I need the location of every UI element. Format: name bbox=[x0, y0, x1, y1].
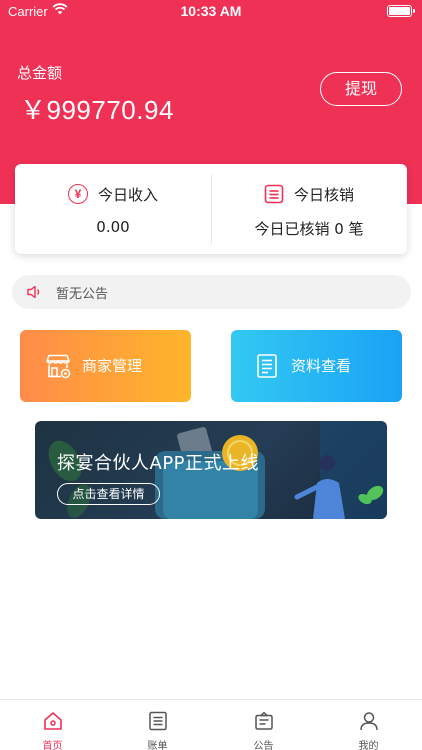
promo-banner[interactable]: 探宴合伙人APP正式上线 点击查看详情 bbox=[35, 421, 387, 519]
today-verification-stat[interactable]: 今日核销 今日已核销 0 笔 bbox=[211, 164, 407, 254]
today-income-value: 0.00 bbox=[96, 218, 130, 236]
speaker-icon bbox=[27, 285, 40, 299]
today-verification-title: 今日核销 bbox=[293, 185, 354, 204]
tab-home-label: 首页 bbox=[42, 741, 63, 750]
withdraw-button[interactable]: 提现 bbox=[320, 72, 402, 106]
merchant-management-tile[interactable]: 商家管理 bbox=[20, 330, 191, 402]
total-amount-value: ￥999770.94 bbox=[20, 95, 174, 125]
tab-bar: 首页 账单 公告 我的 bbox=[0, 699, 422, 750]
status-bar: Carrier 10:33 AM bbox=[0, 0, 422, 22]
stats-card: ¥ 今日收入 0.00 今日核销 今日已核销 0 笔 bbox=[15, 164, 407, 254]
merchant-management-label: 商家管理 bbox=[82, 357, 143, 375]
banner-title: 探宴合伙人APP正式上线 bbox=[57, 453, 260, 474]
tab-bill-label: 账单 bbox=[147, 741, 168, 750]
battery-icon bbox=[387, 5, 415, 17]
today-income-title: 今日收入 bbox=[97, 185, 158, 204]
clock: 10:33 AM bbox=[180, 3, 242, 19]
document-icon bbox=[257, 354, 277, 378]
tab-mine[interactable]: 我的 bbox=[316, 700, 421, 750]
store-icon bbox=[46, 354, 71, 379]
bill-icon bbox=[149, 711, 167, 731]
notice-text: 暂无公告 bbox=[56, 287, 109, 302]
data-view-label: 资料查看 bbox=[291, 357, 352, 375]
tab-home[interactable]: 首页 bbox=[0, 700, 105, 750]
tab-announcement[interactable]: 公告 bbox=[211, 700, 316, 750]
tab-mine-label: 我的 bbox=[358, 741, 379, 750]
list-icon bbox=[264, 184, 284, 204]
home-icon bbox=[44, 712, 62, 730]
banner-detail-button[interactable]: 点击查看详情 bbox=[57, 483, 160, 505]
user-icon bbox=[360, 712, 378, 731]
today-income-stat[interactable]: ¥ 今日收入 0.00 bbox=[15, 164, 211, 254]
app-screen: Carrier 10:33 AM 总金额 ￥999770.94 提现 ¥ 今日收… bbox=[0, 0, 422, 750]
data-view-tile[interactable]: 资料查看 bbox=[231, 330, 402, 402]
yen-circle-icon: ¥ bbox=[67, 184, 88, 204]
total-amount-label: 总金额 bbox=[17, 64, 63, 82]
notice-bar[interactable]: 暂无公告 bbox=[12, 275, 411, 309]
announcement-icon bbox=[255, 711, 273, 730]
tab-bill[interactable]: 账单 bbox=[105, 700, 210, 750]
today-verification-value: 今日已核销 0 笔 bbox=[254, 220, 364, 238]
tab-announcement-label: 公告 bbox=[253, 741, 274, 750]
